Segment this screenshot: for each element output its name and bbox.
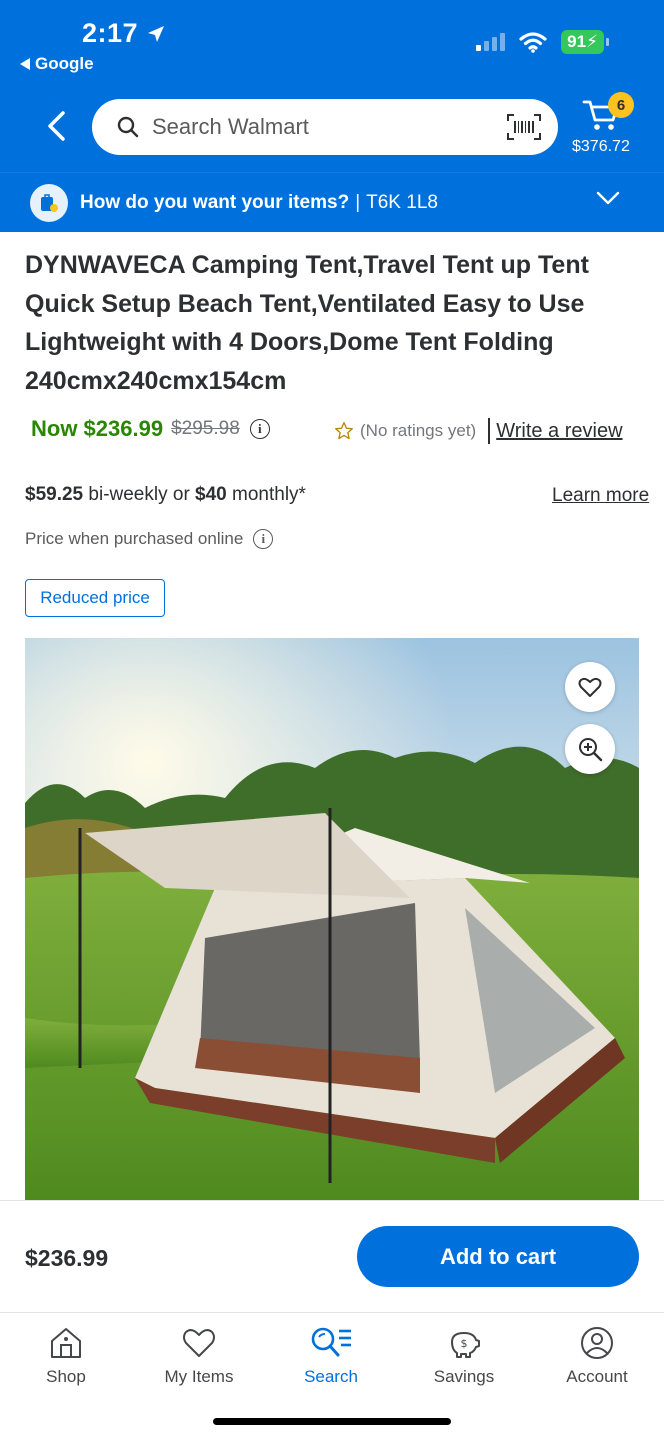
nav-search-label: Search [304,1367,358,1386]
write-review-link[interactable]: Write a review [496,420,622,443]
ratings-text: (No ratings yet) [360,421,477,440]
wifi-icon [519,32,547,53]
delivery-postal-code: T6K 1L8 [366,191,438,213]
nav-savings-label: Savings [433,1367,495,1386]
nav-shop-label: Shop [46,1367,86,1386]
nav-my-items[interactable]: My Items [144,1325,254,1387]
current-price: Now $236.99 [31,416,164,441]
chevron-left-icon [48,111,65,141]
back-button[interactable] [40,106,72,146]
ratings-divider [488,418,491,444]
heart-icon [183,1329,215,1357]
financing-text: $59.25 bi-weekly or $40 monthly* [25,484,306,506]
delivery-separator: | [355,191,361,213]
delivery-prompt: How do you want your items? [80,191,350,213]
battery-indicator: 91⚡ [561,30,609,54]
heart-icon [578,677,602,697]
location-arrow-icon [148,25,165,42]
chevron-down-icon [596,191,620,205]
product-title: DYNWAVECA Camping Tent,Travel Tent up Te… [25,251,589,395]
nav-my-items-label: My Items [164,1367,234,1386]
delivery-option-icon [30,183,68,222]
biweekly-amount: $59.25 [25,484,84,505]
nav-account-label: Account [566,1367,628,1386]
barcode-scanner-icon[interactable] [506,113,542,141]
cart-button[interactable]: 6 $376.72 [568,92,638,162]
search-input[interactable] [152,114,506,140]
nav-savings[interactable]: $ Savings [409,1325,519,1387]
cart-count-badge: 6 [608,92,634,118]
back-to-app-link[interactable]: Google [20,54,94,74]
nav-account[interactable]: Account [542,1325,652,1387]
status-time: 2:17 [82,18,166,49]
cart-total: $376.72 [572,138,630,155]
price-online-note: Price when purchased online i [25,529,274,549]
nav-shop[interactable]: Shop [11,1325,121,1387]
piggy-bank-icon: $ [451,1332,480,1358]
financing-mid: bi-weekly or [83,484,196,505]
price-online-info-icon[interactable]: i [253,529,274,549]
learn-more-link[interactable]: Learn more [552,485,649,507]
app-header: 2:17 Google 91⚡ Search Walmart 6 $376.72… [0,0,664,232]
search-icon [117,116,139,138]
monthly-amount: $40 [195,484,227,505]
nav-search[interactable]: Search [276,1325,386,1387]
ratings-area: (No ratings yet) Write a review [334,418,623,444]
search-icon [311,1327,351,1357]
back-triangle-icon [20,58,30,70]
price-online-text: Price when purchased online [25,529,244,548]
financing-suffix: monthly* [226,484,306,505]
svg-text:$: $ [461,1337,468,1350]
reduced-price-badge: Reduced price [25,579,165,617]
cellular-signal-icon [476,33,506,51]
account-icon [581,1327,613,1359]
sticky-price: $236.99 [25,1245,109,1271]
shop-icon [51,1328,81,1358]
search-bar[interactable] [92,99,558,155]
zoom-in-icon [579,738,603,762]
home-indicator [213,1418,451,1425]
favorite-button[interactable] [565,662,615,712]
product-image[interactable] [25,638,639,1200]
price-info-icon[interactable]: i [249,419,270,439]
star-outline-icon [335,422,353,440]
original-price: $295.98 [171,418,240,439]
delivery-options-bar[interactable]: How do you want your items? | T6K 1L8 [0,172,664,232]
status-indicators: 91⚡ [476,30,609,54]
zoom-button[interactable] [565,724,615,774]
add-to-cart-button[interactable]: Add to cart [357,1226,639,1287]
